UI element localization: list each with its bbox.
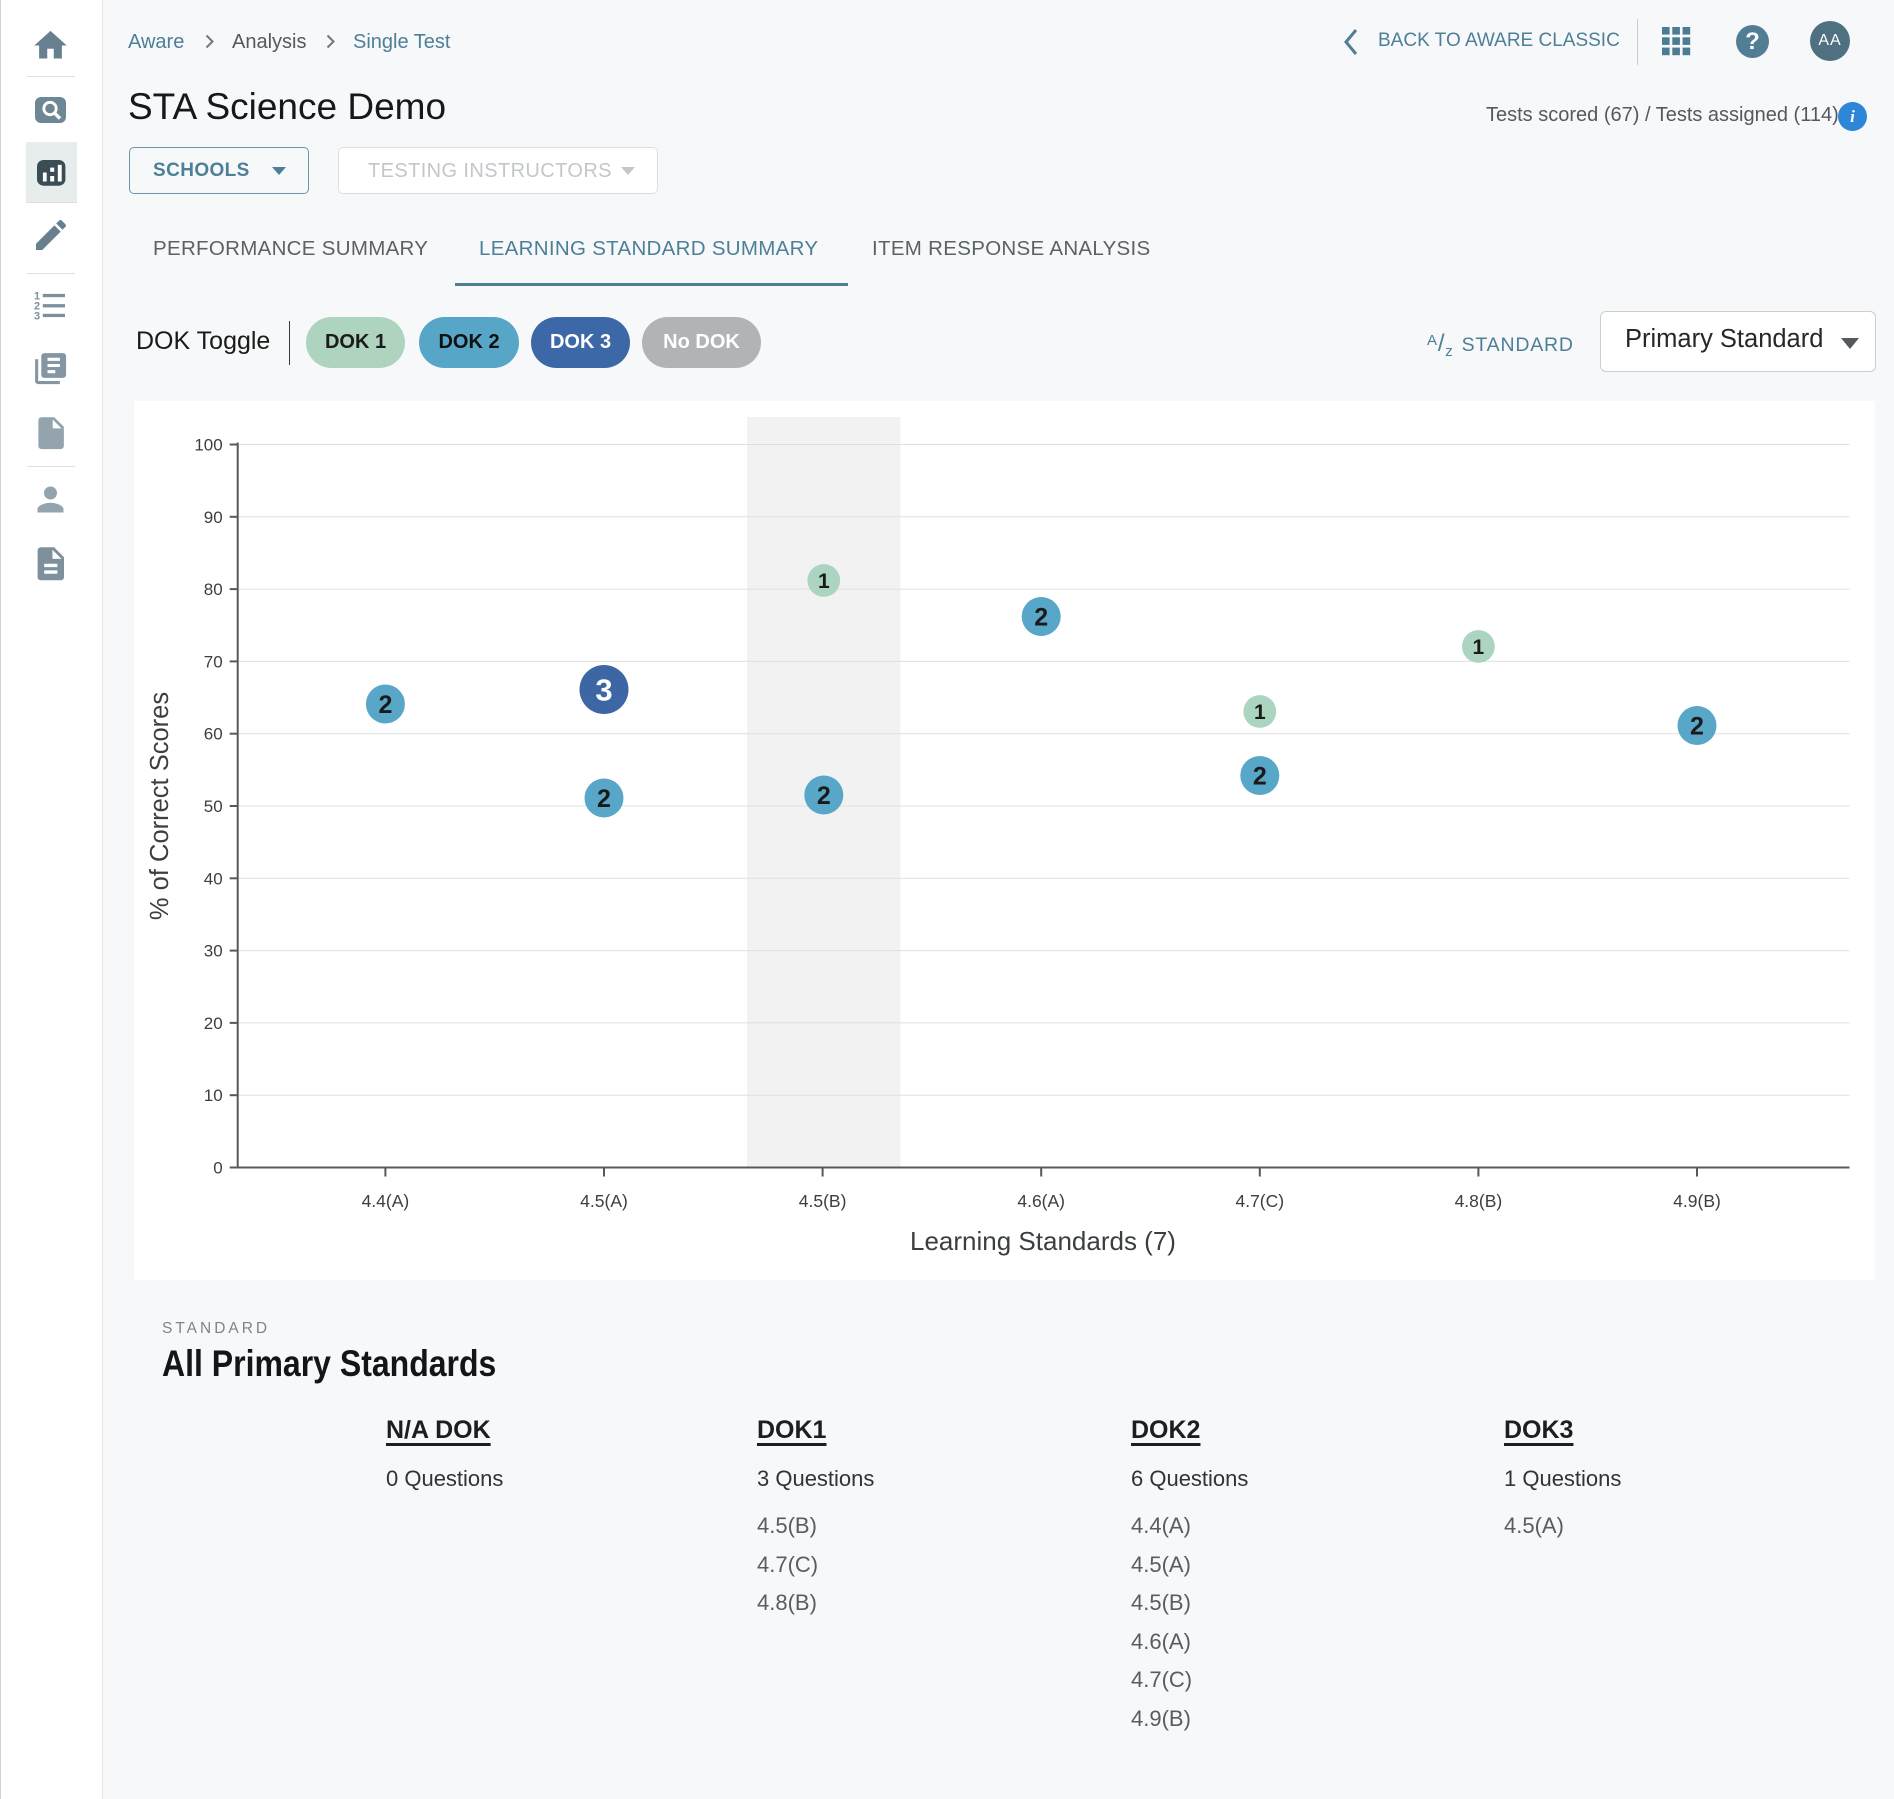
svg-text:4.5(B): 4.5(B) xyxy=(799,1191,847,1211)
svg-text:4.8(B): 4.8(B) xyxy=(1455,1191,1503,1211)
svg-text:1: 1 xyxy=(1473,636,1485,659)
svg-text:4.7(C): 4.7(C) xyxy=(1235,1191,1284,1211)
svg-text:60: 60 xyxy=(204,725,223,744)
svg-text:2: 2 xyxy=(1034,604,1048,632)
svg-text:50: 50 xyxy=(204,797,223,816)
svg-text:4.4(A): 4.4(A) xyxy=(362,1191,410,1211)
svg-text:1: 1 xyxy=(818,570,830,593)
svg-text:2: 2 xyxy=(597,785,611,813)
svg-text:2: 2 xyxy=(1253,763,1267,791)
svg-text:4.6(A): 4.6(A) xyxy=(1017,1191,1065,1211)
svg-text:70: 70 xyxy=(204,652,223,671)
svg-text:3: 3 xyxy=(34,310,40,322)
svg-text:100: 100 xyxy=(194,436,222,455)
svg-text:2: 2 xyxy=(1690,713,1704,741)
svg-text:4.5(A): 4.5(A) xyxy=(580,1191,628,1211)
svg-text:4.9(B): 4.9(B) xyxy=(1673,1191,1721,1211)
svg-text:2: 2 xyxy=(378,691,392,719)
svg-text:0: 0 xyxy=(213,1159,222,1178)
svg-text:30: 30 xyxy=(204,942,223,961)
svg-text:10: 10 xyxy=(204,1086,223,1105)
svg-text:% of Correct Scores: % of Correct Scores xyxy=(146,692,174,920)
svg-text:90: 90 xyxy=(204,508,223,527)
svg-text:Learning Standards (7): Learning Standards (7) xyxy=(910,1226,1176,1256)
svg-text:80: 80 xyxy=(204,580,223,599)
svg-text:20: 20 xyxy=(204,1014,223,1033)
svg-text:40: 40 xyxy=(204,869,223,888)
svg-text:2: 2 xyxy=(817,782,831,810)
svg-text:1: 1 xyxy=(1254,701,1266,724)
svg-text:3: 3 xyxy=(595,673,612,708)
